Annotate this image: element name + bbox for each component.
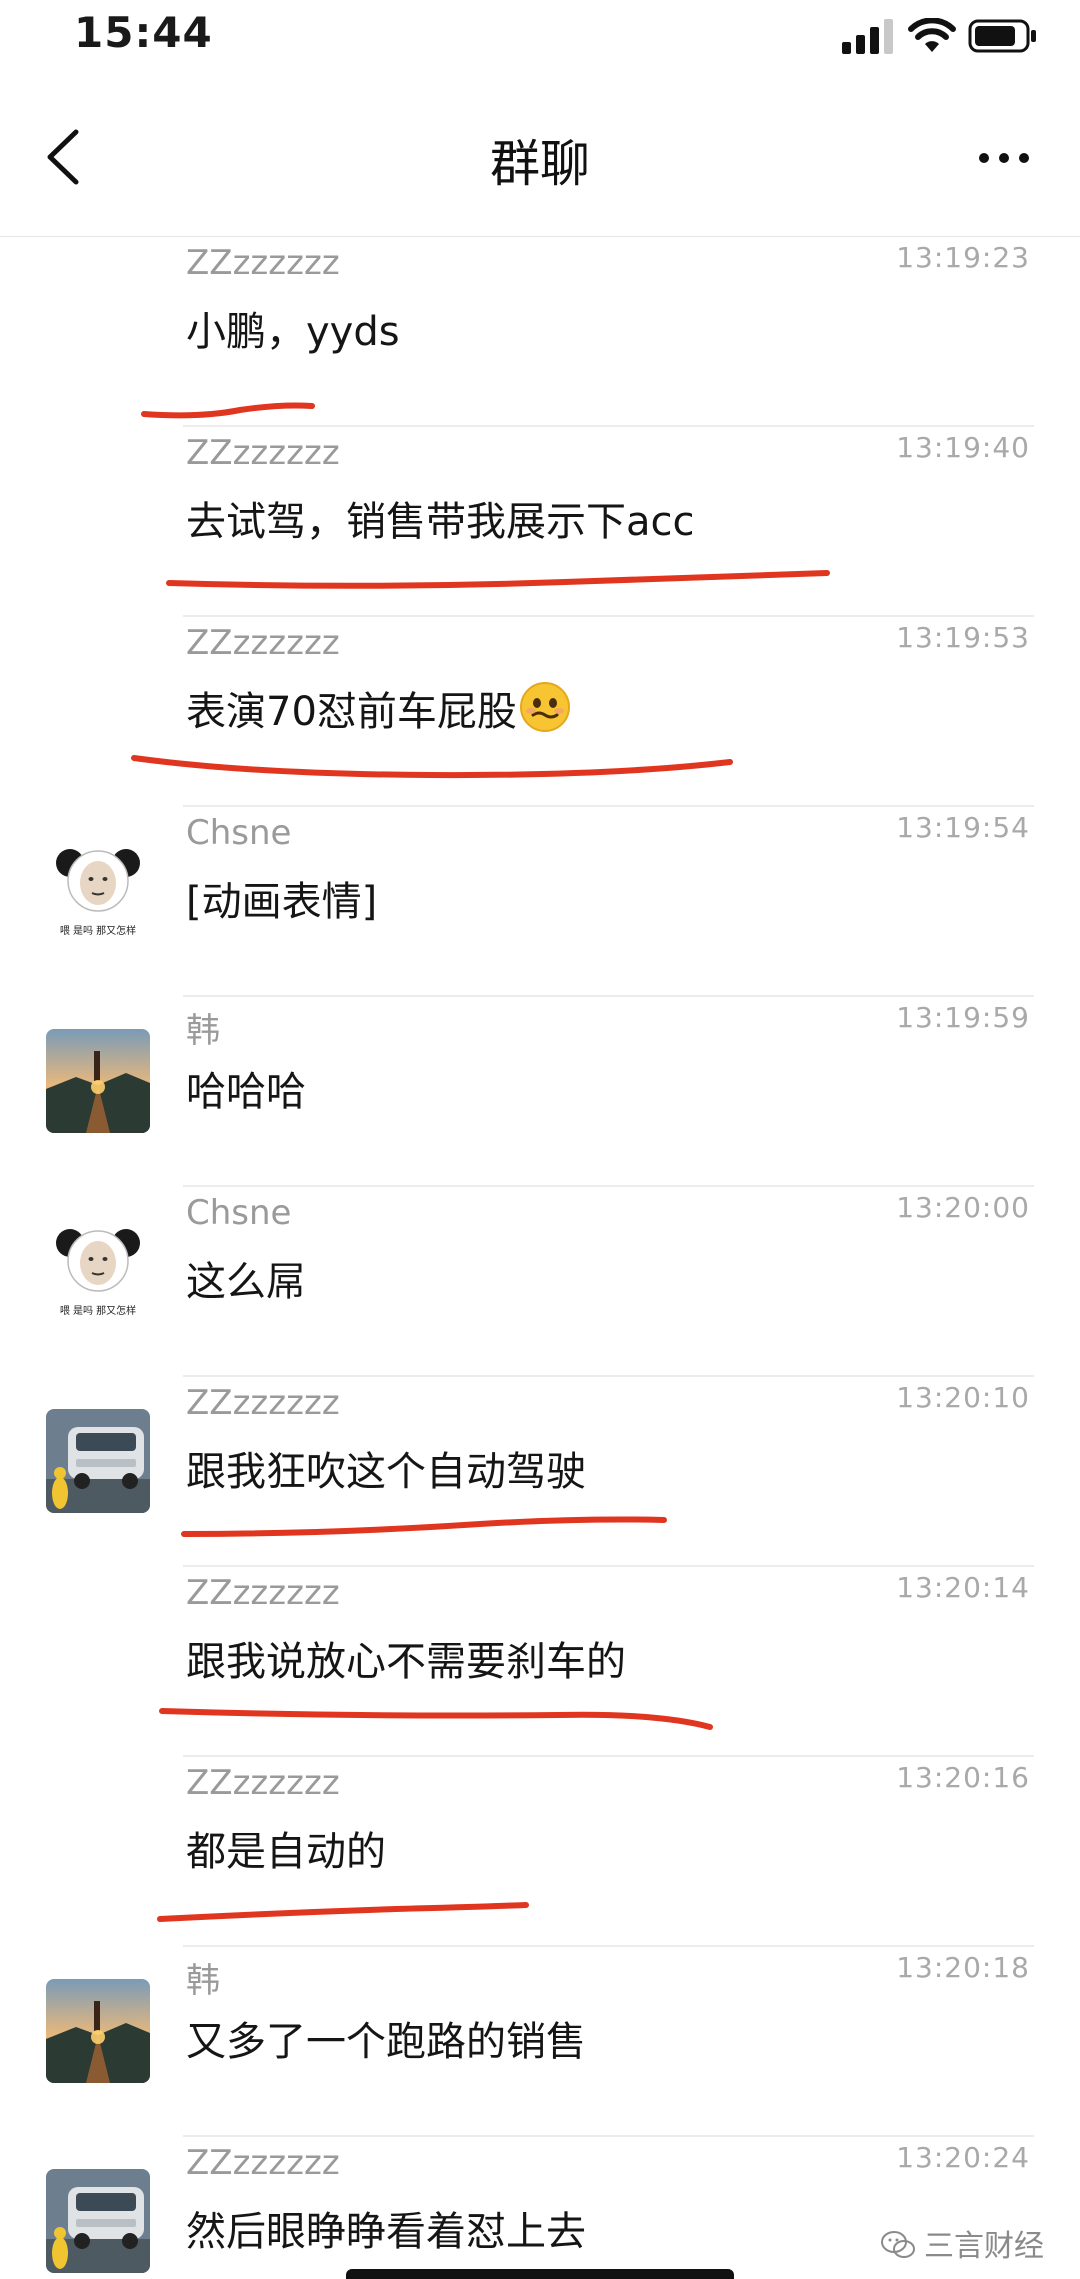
message-time: 13:19:23	[896, 241, 1030, 274]
sender-name: 韩	[186, 1961, 220, 2001]
wifi-icon	[908, 18, 956, 52]
avatar[interactable]	[46, 2169, 150, 2273]
message-time: 13:20:14	[896, 1571, 1030, 1604]
message-time: 13:20:18	[896, 1951, 1030, 1984]
landscape-photo-avatar	[46, 1029, 150, 1133]
signal-icon	[842, 19, 893, 54]
message-list[interactable]: ZZzzzzzz 13:19:23 小鹏，yyds ZZzzzzzz 13:19…	[0, 237, 1080, 2279]
panda-meme-avatar: 喂 是吗 那又怎样	[46, 839, 150, 943]
message-text: 这么屌	[186, 1259, 306, 1305]
message-item[interactable]: 韩 13:20:18 又多了一个跑路的销售	[0, 1947, 1080, 2137]
sender-name: ZZzzzzzz	[186, 433, 340, 473]
car-photo-avatar	[46, 2169, 150, 2273]
sender-name: ZZzzzzzz	[186, 1573, 340, 1613]
avatar[interactable]	[46, 1979, 150, 2083]
message-text: 哈哈哈	[186, 1069, 306, 1115]
message-text: 跟我说放心不需要刹车的	[186, 1639, 626, 1685]
message-time: 13:19:40	[896, 431, 1030, 464]
message-time: 13:19:54	[896, 811, 1030, 844]
message-item[interactable]: 喂 是吗 那又怎样 Chsne 13:20:00 这么屌	[0, 1187, 1080, 1377]
sender-name: ZZzzzzzz	[186, 1383, 340, 1423]
sender-name: Chsne	[186, 1193, 292, 1233]
panda-meme-avatar: 喂 是吗 那又怎样	[46, 1219, 150, 1323]
message-time: 13:19:53	[896, 621, 1030, 654]
message-text: [动画表情]	[186, 879, 378, 925]
avatar-caption: 喂 是吗 那又怎样	[60, 924, 136, 937]
car-photo-avatar	[46, 1409, 150, 1513]
status-time: 15:44	[74, 8, 213, 57]
message-time: 13:20:10	[896, 1381, 1030, 1414]
message-text: 去试驾，销售带我展示下acc	[186, 499, 695, 545]
landscape-photo-avatar	[46, 1979, 150, 2083]
avatar-caption: 喂 是吗 那又怎样	[60, 1304, 136, 1317]
avatar[interactable]	[46, 1409, 150, 1513]
watermark-text: 三言财经	[924, 2229, 1044, 2264]
awkward-smile-emoji-icon	[519, 682, 570, 732]
message-text-content: 表演70怼前车屁股	[186, 689, 517, 735]
message-text: 都是自动的	[186, 1829, 386, 1875]
message-time: 13:20:24	[896, 2141, 1030, 2174]
message-text: 小鹏，yyds	[186, 309, 400, 355]
watermark: 三言财经	[880, 2221, 1044, 2265]
home-indicator	[346, 2269, 734, 2279]
message-item[interactable]: ZZzzzzzz 13:19:53 表演70怼前车屁股	[0, 617, 1080, 807]
message-time: 13:20:00	[896, 1191, 1030, 1224]
sender-name: ZZzzzzzz	[186, 623, 340, 663]
more-options-icon[interactable]	[974, 138, 1034, 178]
status-bar: 15:44	[0, 0, 1080, 80]
sender-name: 韩	[186, 1011, 220, 1051]
sender-name: ZZzzzzzz	[186, 2143, 340, 2183]
sender-name: Chsne	[186, 813, 292, 853]
message-item[interactable]: ZZzzzzzz 13:20:10 跟我狂吹这个自动驾驶	[0, 1377, 1080, 1567]
avatar[interactable]	[46, 1029, 150, 1133]
sender-name: ZZzzzzzz	[186, 1763, 340, 1803]
message-item[interactable]: ZZzzzzzz 13:19:40 去试驾，销售带我展示下acc	[0, 427, 1080, 617]
message-item[interactable]: ZZzzzzzz 13:19:23 小鹏，yyds	[0, 237, 1080, 427]
battery-icon	[968, 19, 1036, 53]
message-item[interactable]: ZZzzzzzz 13:20:14 跟我说放心不需要刹车的	[0, 1567, 1080, 1757]
message-text: 又多了一个跑路的销售	[186, 2019, 586, 2065]
message-text: 跟我狂吹这个自动驾驶	[186, 1449, 586, 1495]
message-time: 13:19:59	[896, 1001, 1030, 1034]
nav-bar: 群聊	[0, 80, 1080, 237]
message-time: 13:20:16	[896, 1761, 1030, 1794]
avatar[interactable]: 喂 是吗 那又怎样	[46, 1219, 150, 1323]
message-item[interactable]: ZZzzzzzz 13:20:16 都是自动的	[0, 1757, 1080, 1947]
message-item[interactable]: 喂 是吗 那又怎样 Chsne 13:19:54 [动画表情]	[0, 807, 1080, 997]
avatar[interactable]: 喂 是吗 那又怎样	[46, 839, 150, 943]
message-text: 表演70怼前车屁股	[186, 679, 571, 737]
message-text: 然后眼睁睁看着怼上去	[186, 2209, 586, 2255]
sender-name: ZZzzzzzz	[186, 243, 340, 283]
message-item[interactable]: 韩 13:19:59 哈哈哈	[0, 997, 1080, 1187]
page-title: 群聊	[490, 135, 590, 193]
wechat-logo-icon	[881, 2231, 915, 2258]
